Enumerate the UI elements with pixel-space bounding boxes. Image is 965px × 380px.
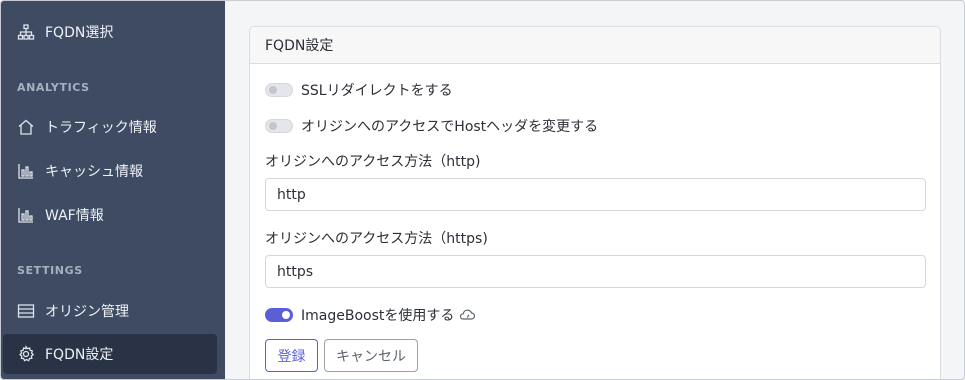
host-header-row: オリジンへのアクセスでHostヘッダを変更する — [265, 116, 598, 136]
image-boost-row: ImageBoostを使用する — [265, 305, 476, 325]
sidebar-item-traffic[interactable]: トラフィック情報 — [3, 107, 217, 147]
speedometer-cloud-icon — [459, 308, 476, 322]
bar-chart-icon — [17, 206, 35, 224]
http-method-label: オリジンへのアクセス方法（http) — [265, 154, 481, 170]
https-method-input[interactable] — [265, 255, 926, 288]
home-icon — [17, 118, 35, 136]
sidebar: FQDN選択 ANALYTICS トラフィック情報 キャッシュ情報 WAF情報 … — [1, 1, 225, 379]
cancel-button[interactable]: キャンセル — [324, 339, 418, 372]
sidebar-item-origin[interactable]: オリジン管理 — [3, 291, 217, 331]
sidebar-item-label: WAF情報 — [45, 208, 104, 224]
sidebar-item-label: オリジン管理 — [45, 304, 129, 320]
sidebar-item-cache[interactable]: キャッシュ情報 — [3, 151, 217, 191]
app-window: FQDN選択 ANALYTICS トラフィック情報 キャッシュ情報 WAF情報 … — [0, 0, 965, 380]
https-method-label: オリジンへのアクセス方法（https) — [265, 231, 488, 247]
server-list-icon — [17, 302, 35, 320]
register-button[interactable]: 登録 — [265, 339, 318, 372]
ssl-redirect-row: SSLリダイレクトをする — [265, 80, 453, 100]
sidebar-item-label: FQDN設定 — [45, 347, 114, 363]
image-boost-label: ImageBoostを使用する — [301, 308, 455, 324]
bar-chart-icon — [17, 162, 35, 180]
sidebar-item-fqdn-select[interactable]: FQDN選択 — [3, 12, 217, 52]
gear-icon — [17, 345, 35, 363]
host-header-label: オリジンへのアクセスでHostヘッダを変更する — [301, 119, 599, 135]
image-boost-toggle[interactable] — [265, 308, 293, 322]
fqdn-settings-card: FQDN設定 SSLリダイレクトをする オリジンへのアクセスでHostヘッダを変… — [249, 26, 941, 379]
host-header-toggle[interactable] — [265, 119, 293, 133]
card-title: FQDN設定 — [250, 27, 940, 64]
sidebar-item-fqdn-settings[interactable]: FQDN設定 — [3, 334, 217, 374]
section-heading-analytics: ANALYTICS — [17, 81, 90, 94]
sidebar-item-label: トラフィック情報 — [45, 120, 157, 136]
sitemap-icon — [17, 23, 35, 41]
sidebar-item-label: キャッシュ情報 — [45, 164, 143, 180]
sidebar-item-waf[interactable]: WAF情報 — [3, 195, 217, 235]
ssl-redirect-toggle[interactable] — [265, 83, 293, 97]
sidebar-item-label: FQDN選択 — [45, 25, 114, 41]
ssl-redirect-label: SSLリダイレクトをする — [301, 83, 453, 99]
http-method-input[interactable] — [265, 178, 926, 211]
section-heading-settings: SETTINGS — [17, 264, 83, 277]
